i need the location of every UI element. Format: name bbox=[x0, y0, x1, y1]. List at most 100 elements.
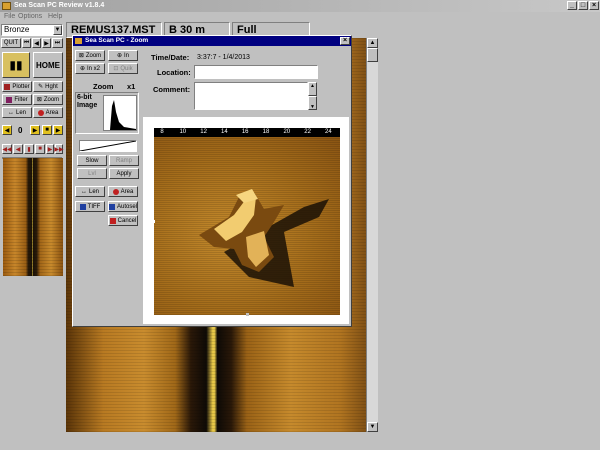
home-label: HOME bbox=[36, 60, 60, 70]
mark-button[interactable]: ■ bbox=[42, 125, 52, 135]
autosel-label: Autosel bbox=[116, 203, 137, 210]
len-button[interactable]: ↔ Len bbox=[2, 107, 32, 118]
ruler-tick-label: 16 bbox=[241, 129, 249, 135]
area-button[interactable]: Area bbox=[33, 107, 63, 118]
gamma-curve-box[interactable] bbox=[79, 140, 137, 152]
quick-button[interactable]: ⊡ Quik bbox=[108, 63, 138, 74]
comment-input[interactable] bbox=[194, 82, 308, 110]
zoom-in-button[interactable]: ⊕ In bbox=[108, 50, 138, 61]
zoom-label: Zoom bbox=[43, 96, 60, 103]
comment-scroll-down-icon[interactable]: ▼ bbox=[308, 96, 317, 110]
tiff-button[interactable]: TIFF bbox=[75, 201, 105, 212]
level-label: Lvl bbox=[88, 170, 96, 177]
stop-icon[interactable]: ■ bbox=[35, 144, 45, 154]
cancel-button[interactable]: Cancel bbox=[108, 215, 138, 226]
frame-handle-left[interactable] bbox=[152, 220, 155, 223]
hght-label: Hght bbox=[45, 83, 58, 90]
ruler-tick-label: 24 bbox=[325, 129, 332, 135]
hght-button[interactable]: ✎ Hght bbox=[33, 81, 63, 92]
menu-file[interactable]: File bbox=[4, 13, 15, 20]
chevron-down-icon[interactable]: ▼ bbox=[53, 25, 62, 35]
dialog-icon bbox=[75, 38, 82, 44]
quit-button[interactable]: QUIT bbox=[1, 38, 21, 48]
app-icon bbox=[2, 2, 11, 10]
menu-options[interactable]: Options bbox=[18, 13, 42, 20]
app-title: Sea Scan PC Review v1.8.4 bbox=[14, 2, 105, 9]
minimize-icon[interactable]: _ bbox=[567, 1, 577, 10]
comment-label: Comment: bbox=[153, 85, 191, 94]
ramp-button[interactable]: Ramp bbox=[109, 155, 139, 166]
ramp-label: Ramp bbox=[115, 157, 132, 164]
zoom-dialog-title-bar: Sea Scan PC - Zoom × bbox=[73, 36, 351, 46]
menu-help[interactable]: Help bbox=[48, 13, 62, 20]
pause-icon[interactable]: ▮ bbox=[24, 144, 34, 154]
sonar-overview-strip[interactable] bbox=[3, 158, 63, 276]
save-icon bbox=[79, 203, 86, 210]
dialog-zoom-button[interactable]: ⊠ Zoom bbox=[75, 50, 105, 61]
prev-icon[interactable]: ◀ bbox=[32, 38, 41, 48]
zoom-in-x2-button[interactable]: ⊕ In x2 bbox=[75, 63, 105, 74]
palette-value: Bronze bbox=[4, 25, 30, 34]
zoom-in-label: In bbox=[124, 52, 130, 59]
histogram-curve bbox=[104, 100, 136, 130]
plotter-icon bbox=[4, 83, 11, 90]
location-input[interactable] bbox=[194, 65, 318, 79]
scroll-thumb[interactable] bbox=[367, 48, 378, 62]
close-icon[interactable]: × bbox=[340, 37, 350, 45]
forward-icon[interactable]: ▶ bbox=[46, 144, 54, 154]
counter-value: 0 bbox=[18, 126, 23, 135]
autosel-button[interactable]: Autosel bbox=[108, 201, 138, 212]
home-button[interactable]: HOME bbox=[33, 52, 63, 78]
ruler-tick-label: 14 bbox=[221, 129, 228, 135]
vertical-scrollbar[interactable]: ▲ ▼ bbox=[366, 38, 378, 432]
zoomed-sonar-image[interactable] bbox=[154, 137, 340, 315]
menu-bar: File Options Help bbox=[0, 12, 600, 22]
frame-handle-bottom[interactable] bbox=[246, 313, 249, 316]
slow-label: Slow bbox=[85, 157, 99, 164]
histogram-panel: 6-bit Image bbox=[75, 92, 139, 134]
quick-icon: ⊡ bbox=[113, 66, 119, 72]
len-label: Len bbox=[15, 109, 26, 116]
dialog-len-label: Len bbox=[88, 188, 99, 195]
cancel-label: Cancel bbox=[117, 217, 137, 224]
maximize-icon[interactable]: □ bbox=[578, 1, 588, 10]
back-icon[interactable]: ◀ bbox=[13, 144, 23, 154]
decrement-button[interactable]: ◀ bbox=[2, 125, 12, 135]
quit-label: QUIT bbox=[3, 40, 19, 46]
zoom-button[interactable]: ⊠ Zoom bbox=[33, 94, 63, 105]
ruler-tick-label: 22 bbox=[304, 129, 311, 135]
palette-select[interactable]: Bronze ▼ bbox=[1, 24, 63, 36]
scroll-up-icon[interactable]: ▲ bbox=[367, 38, 378, 48]
plotter-button[interactable]: Plotter bbox=[2, 81, 32, 92]
dialog-area-label: Area bbox=[120, 188, 134, 195]
increment-button[interactable]: ▶ bbox=[30, 125, 40, 135]
comment-scroll-up-icon[interactable]: ▲ bbox=[308, 82, 317, 96]
level-button[interactable]: Lvl bbox=[77, 168, 107, 179]
filter-button[interactable]: Filter bbox=[2, 94, 32, 105]
autosel-icon bbox=[109, 203, 115, 210]
zoom-icon: ⊠ bbox=[78, 53, 84, 59]
tools-button[interactable]: ▮▮ bbox=[2, 52, 30, 78]
dialog-len-button[interactable]: ↔ Len bbox=[75, 186, 105, 197]
rewind-icon[interactable]: ◀◀ bbox=[2, 144, 12, 154]
close-icon[interactable]: × bbox=[589, 1, 599, 10]
slow-button[interactable]: Slow bbox=[77, 155, 107, 166]
play-button[interactable]: ▶ bbox=[53, 125, 63, 135]
zoom-in-x2-label: In x2 bbox=[87, 65, 101, 72]
apply-button[interactable]: Apply bbox=[109, 168, 139, 179]
magnifier-icon: ⊕ bbox=[116, 53, 122, 59]
wrench-icon: ✎ bbox=[38, 84, 44, 90]
fast-forward-icon[interactable]: ▶▶ bbox=[54, 144, 64, 154]
last-icon[interactable]: ⏭ bbox=[52, 38, 63, 48]
zoom-ruler: 8 10 12 14 16 18 20 22 24 bbox=[154, 128, 340, 137]
frame-handle-right[interactable] bbox=[340, 220, 343, 223]
plotter-label: Plotter bbox=[12, 83, 30, 90]
image-label: Image bbox=[77, 102, 98, 109]
dialog-zoom-label: Zoom bbox=[85, 52, 102, 59]
scroll-down-icon[interactable]: ▼ bbox=[367, 422, 378, 432]
first-icon[interactable]: ⏮ bbox=[22, 38, 31, 48]
next-icon[interactable]: ▶ bbox=[42, 38, 51, 48]
zoom-label: Zoom bbox=[93, 82, 114, 91]
dialog-area-button[interactable]: Area bbox=[108, 186, 138, 197]
area-icon bbox=[112, 188, 119, 195]
